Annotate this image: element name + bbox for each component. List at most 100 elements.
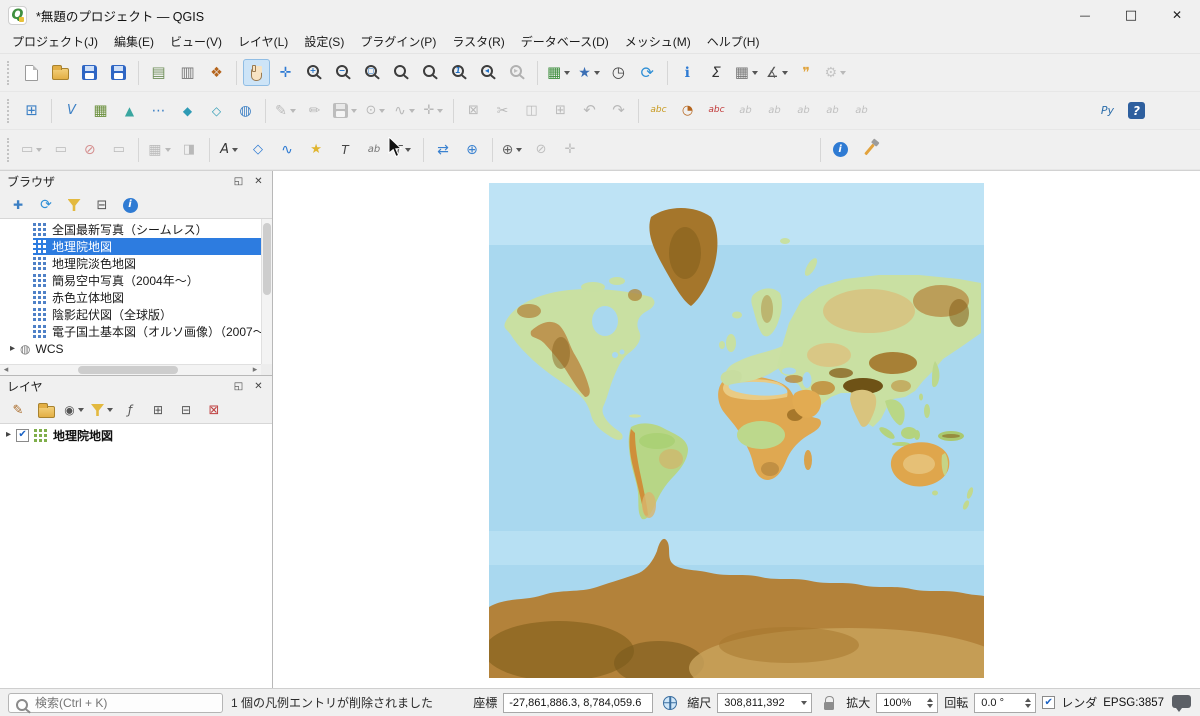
menu-layer[interactable]: レイヤ(L): [230, 30, 296, 53]
coordinate-input[interactable]: [503, 692, 654, 713]
browser-item[interactable]: 全国最新写真（シームレス）: [0, 221, 272, 238]
zoom-to-layer-button[interactable]: [417, 59, 444, 86]
highlight-pinned-labels-button[interactable]: abc: [703, 97, 730, 124]
layer-checkbox[interactable]: ✔: [16, 428, 30, 442]
refresh-map-button[interactable]: ⟳: [634, 59, 661, 86]
filter-legend-button[interactable]: [90, 399, 114, 421]
toolbar-grip[interactable]: [7, 60, 12, 85]
add-spatialite-button[interactable]: ◇: [203, 97, 230, 124]
new-map-view-button[interactable]: ▦: [544, 59, 573, 86]
select-features-button[interactable]: ▭: [18, 136, 45, 163]
help-button[interactable]: ?: [1123, 97, 1150, 124]
toolbar-grip[interactable]: [7, 137, 12, 162]
zoom-native-button[interactable]: [446, 59, 473, 86]
layout-manager-button[interactable]: ▥: [174, 59, 201, 86]
horizontal-scrollbar[interactable]: ◂ ▸: [0, 364, 261, 375]
rotate-label-button[interactable]: ab: [819, 97, 846, 124]
collapse-tree-button[interactable]: ⊟: [90, 194, 114, 216]
zoom-last-button[interactable]: [475, 59, 502, 86]
zoom-out-button[interactable]: [330, 59, 357, 86]
layers-float-button[interactable]: ◱: [230, 379, 247, 394]
select-by-value-button[interactable]: ▭: [47, 136, 74, 163]
label-rotate-button[interactable]: ⊕: [459, 136, 486, 163]
menu-settings[interactable]: 設定(S): [296, 30, 352, 53]
expand-caret-icon[interactable]: ▸: [6, 430, 11, 440]
digitize-line-button[interactable]: ∿: [391, 97, 418, 124]
layers-close-button[interactable]: ✕: [250, 379, 267, 394]
add-wms-button[interactable]: ◍: [232, 97, 259, 124]
add-group-button[interactable]: [34, 399, 58, 421]
delete-selected-button[interactable]: ⊠: [460, 97, 487, 124]
scrollbar-thumb[interactable]: [78, 366, 178, 374]
python-console-button[interactable]: Py: [1094, 97, 1121, 124]
undo-button[interactable]: ↶: [576, 97, 603, 124]
save-edits-button[interactable]: [330, 97, 360, 124]
browser-item[interactable]: 電子国土基本図（オルソ画像）（2007～）: [0, 323, 272, 340]
style-manager-button[interactable]: ❖: [203, 59, 230, 86]
field-calculator-button[interactable]: ▦: [145, 136, 173, 163]
vertical-scrollbar[interactable]: [261, 219, 272, 364]
layer-item[interactable]: ▸ ✔ 地理院地図: [0, 424, 272, 444]
attribute-table-button[interactable]: ▦: [732, 59, 761, 86]
browser-item[interactable]: 地理院淡色地図: [0, 255, 272, 272]
scrollbar-thumb[interactable]: [263, 223, 271, 295]
search-input[interactable]: [8, 692, 223, 713]
close-button[interactable]: ✕: [1154, 0, 1200, 30]
menu-database[interactable]: データベース(D): [513, 30, 617, 53]
new-print-layout-button[interactable]: ▤: [145, 59, 172, 86]
browser-item[interactable]: 陰影起伏図（全球版）: [0, 306, 272, 323]
new-project-button[interactable]: [18, 59, 45, 86]
menu-project[interactable]: プロジェクト(J): [4, 30, 106, 53]
add-delimited-text-button[interactable]: ⋯: [145, 97, 172, 124]
collapse-all-button[interactable]: ⊟: [174, 399, 198, 421]
spin-buttons[interactable]: [1025, 697, 1032, 708]
menu-plugins[interactable]: プラグイン(P): [352, 30, 444, 53]
toggle-editing-button[interactable]: ✏: [301, 97, 328, 124]
rotation-spinbox[interactable]: 0.0 °: [974, 692, 1037, 713]
polygon-annotation-button[interactable]: ◇: [245, 136, 272, 163]
current-edits-button[interactable]: ✎: [272, 97, 299, 124]
copy-features-button[interactable]: ◫: [518, 97, 545, 124]
browser-item[interactable]: 簡易空中写真（2004年～）: [0, 272, 272, 289]
menu-raster[interactable]: ラスタ(R): [444, 30, 512, 53]
redo-button[interactable]: ↷: [605, 97, 632, 124]
messages-button[interactable]: [1170, 692, 1192, 714]
vertex-tool-button[interactable]: ✛: [420, 97, 447, 124]
extent-toggle-button[interactable]: [659, 692, 681, 714]
feature-action-button[interactable]: ⚙: [822, 59, 850, 86]
bookmarks-button[interactable]: ★: [575, 59, 603, 86]
map-canvas[interactable]: [273, 171, 1200, 688]
marker-annotation-button[interactable]: ★: [303, 136, 330, 163]
identify-features-button[interactable]: ℹ: [674, 59, 701, 86]
point-text-annotation-button[interactable]: T: [332, 136, 359, 163]
browser-close-button[interactable]: ✕: [250, 174, 267, 189]
layer-labeling-button[interactable]: abc: [645, 97, 672, 124]
html-annotation-button[interactable]: ab: [361, 136, 388, 163]
label-move-button[interactable]: ⇄: [430, 136, 457, 163]
filter-expression-button[interactable]: ƒ: [118, 399, 142, 421]
label-visibility-button[interactable]: ✛: [557, 136, 584, 163]
pan-to-selection-button[interactable]: ✛: [272, 59, 299, 86]
cut-features-button[interactable]: ✂: [489, 97, 516, 124]
crs-status-button[interactable]: EPSG:3857: [1103, 697, 1164, 709]
zoom-next-button[interactable]: [504, 59, 531, 86]
toolbar-grip[interactable]: [7, 98, 12, 123]
add-postgis-button[interactable]: ◆: [174, 97, 201, 124]
layer-diagram-button[interactable]: ◔: [674, 97, 701, 124]
menu-help[interactable]: ヘルプ(H): [699, 30, 768, 53]
map-tips-button[interactable]: ❞: [793, 59, 820, 86]
layer-statistics-button[interactable]: ◨: [176, 136, 203, 163]
add-selected-layer-button[interactable]: ✚: [6, 194, 30, 216]
save-project-as-button[interactable]: [105, 59, 132, 86]
add-vector-layer-button[interactable]: V: [58, 97, 85, 124]
expand-all-button[interactable]: ⊞: [146, 399, 170, 421]
layer-styling-button[interactable]: ✎: [6, 399, 30, 421]
label-target-button[interactable]: ⊕: [499, 136, 526, 163]
show-hidden-labels-button[interactable]: ab: [761, 97, 788, 124]
add-raster-layer-button[interactable]: ▦: [87, 97, 114, 124]
scroll-right-button[interactable]: ▸: [249, 365, 261, 376]
browser-float-button[interactable]: ◱: [230, 174, 247, 189]
render-checkbox[interactable]: ✔: [1042, 696, 1056, 709]
paste-features-button[interactable]: ⊞: [547, 97, 574, 124]
statistical-summary-button[interactable]: Σ: [703, 59, 730, 86]
